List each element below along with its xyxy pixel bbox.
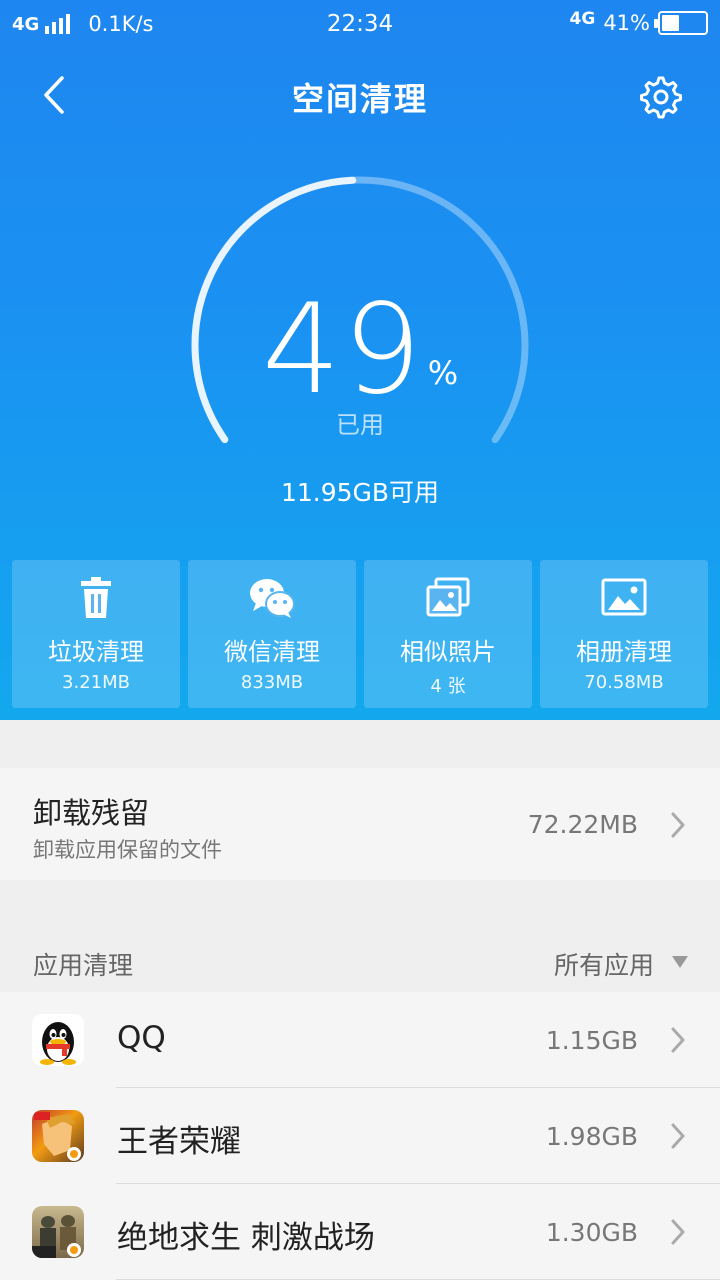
- tile-value: 833MB: [240, 672, 304, 693]
- tile-value: 3.21MB: [62, 672, 130, 693]
- usage-percent: 49%: [0, 278, 720, 422]
- app-filter-dropdown[interactable]: 所有应用: [554, 946, 654, 982]
- chevron-right-icon: [671, 1123, 685, 1149]
- app-list: QQ 1.15GB 王者荣耀 1.98GB 绝地求生 刺激战场 1.30GB: [0, 992, 720, 1280]
- app-size: 1.15GB: [545, 1026, 638, 1055]
- residual-title: 卸载残留: [33, 796, 150, 830]
- tile-label: 垃圾清理: [48, 638, 144, 666]
- used-label: 已用: [336, 411, 384, 439]
- tile-label: 相似照片: [400, 638, 496, 666]
- wechat-icon: [250, 579, 295, 618]
- tile-label: 微信清理: [224, 638, 320, 666]
- usage-unit: %: [427, 354, 459, 392]
- tile-label: 相册清理: [576, 638, 672, 666]
- tile-album-clean[interactable]: 相册清理 70.58MB: [540, 560, 708, 708]
- tile-similar-photos[interactable]: 相似照片 4 张: [364, 560, 532, 708]
- section-title: 应用清理: [33, 951, 134, 980]
- chevron-right-icon: [671, 1027, 685, 1053]
- app-row-qq[interactable]: QQ 1.15GB: [0, 992, 720, 1088]
- residual-size: 72.22MB: [527, 810, 638, 839]
- battery-icon: [654, 11, 708, 35]
- photos-icon: [426, 577, 470, 617]
- uninstall-residual-row[interactable]: 卸载残留 卸载应用保留的文件 72.22MB: [0, 768, 720, 880]
- tile-value: 70.58MB: [584, 672, 664, 693]
- chevron-right-icon: [671, 1219, 685, 1245]
- page-title: 空间清理: [291, 80, 428, 118]
- settings-button[interactable]: [636, 70, 686, 120]
- app-name: QQ: [117, 1020, 166, 1056]
- pubg-icon: [32, 1206, 84, 1258]
- tile-junk-clean[interactable]: 垃圾清理 3.21MB: [12, 560, 180, 708]
- app-row-pubg[interactable]: 绝地求生 刺激战场 1.30GB: [0, 1184, 720, 1280]
- app-clean-header: 应用清理 所有应用: [0, 930, 720, 992]
- battery-percent: 41%: [603, 11, 650, 35]
- app-name: 王者荣耀: [117, 1124, 241, 1160]
- free-space-text: 11.95GB可用: [280, 478, 440, 507]
- gear-icon: [640, 76, 682, 119]
- usage-number: 49: [261, 278, 424, 422]
- trash-icon: [81, 577, 111, 618]
- cleanup-tiles: 垃圾清理 3.21MB 微信清理 833MB 相似照片 4 张 相册清理 70.…: [12, 560, 708, 708]
- dropdown-caret-icon[interactable]: [672, 956, 688, 968]
- network-type-right: 4G: [569, 9, 596, 29]
- app-size: 1.30GB: [545, 1218, 638, 1247]
- honor-of-kings-icon: [32, 1110, 84, 1162]
- app-row-honor-of-kings[interactable]: 王者荣耀 1.98GB: [0, 1088, 720, 1184]
- qq-icon: [32, 1014, 84, 1066]
- tile-value: 4 张: [430, 676, 466, 697]
- album-icon: [601, 578, 647, 616]
- app-name: 绝地求生 刺激战场: [117, 1220, 375, 1256]
- residual-subtitle: 卸载应用保留的文件: [33, 838, 222, 862]
- status-bar: 4G 0.1K/s 22:34 4G 41%: [0, 0, 720, 50]
- app-size: 1.98GB: [545, 1122, 638, 1151]
- tile-wechat-clean[interactable]: 微信清理 833MB: [188, 560, 356, 708]
- chevron-right-icon: [671, 812, 685, 838]
